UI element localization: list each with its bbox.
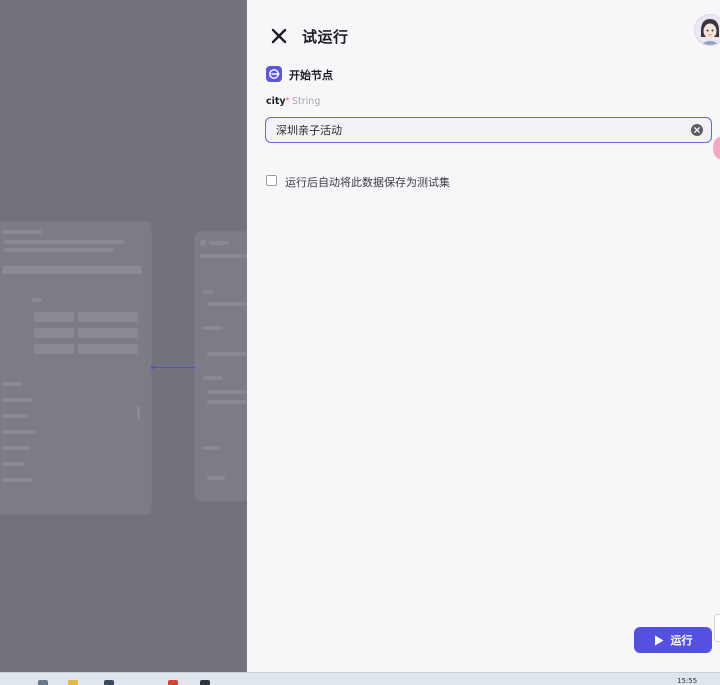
floating-assistant-handle[interactable] (713, 137, 720, 159)
node-title: 开始节点 (289, 69, 333, 82)
taskbar-app2-icon[interactable] (200, 680, 210, 685)
workflow-node-left (0, 222, 151, 514)
city-input-wrapper (265, 117, 712, 143)
start-node-badge (266, 66, 282, 82)
city-input[interactable] (276, 118, 686, 142)
taskbar-folder-icon[interactable] (68, 680, 78, 685)
run-button-label: 运行 (670, 634, 693, 647)
taskbar: 15:55 (0, 672, 720, 685)
close-button[interactable] (268, 25, 290, 47)
play-icon (654, 635, 663, 645)
panel-title: 试运行 (302, 28, 349, 46)
taskbar-browser-icon[interactable] (168, 680, 178, 685)
close-icon (271, 28, 287, 44)
taskbar-window-icon[interactable] (104, 680, 114, 685)
user-avatar-icon (695, 15, 720, 45)
side-collapse-tab[interactable] (714, 614, 720, 642)
save-as-testset-label: 运行后自动将此数据保存为测试集 (285, 176, 450, 189)
clear-icon (691, 124, 703, 136)
save-as-testset-checkbox[interactable] (266, 175, 277, 186)
workflow-canvas (0, 0, 247, 672)
start-node-icon (269, 69, 280, 79)
taskbar-app-icon[interactable] (38, 680, 48, 685)
field-type: String (292, 96, 321, 107)
run-button[interactable]: 运行 (634, 627, 712, 653)
connector-line (153, 367, 195, 368)
field-name: city (266, 96, 286, 107)
required-mark: * (285, 96, 290, 105)
field-label: city* (266, 96, 290, 107)
avatar[interactable] (694, 14, 720, 46)
workflow-node-right (195, 232, 247, 500)
clear-input-button[interactable] (691, 124, 703, 136)
